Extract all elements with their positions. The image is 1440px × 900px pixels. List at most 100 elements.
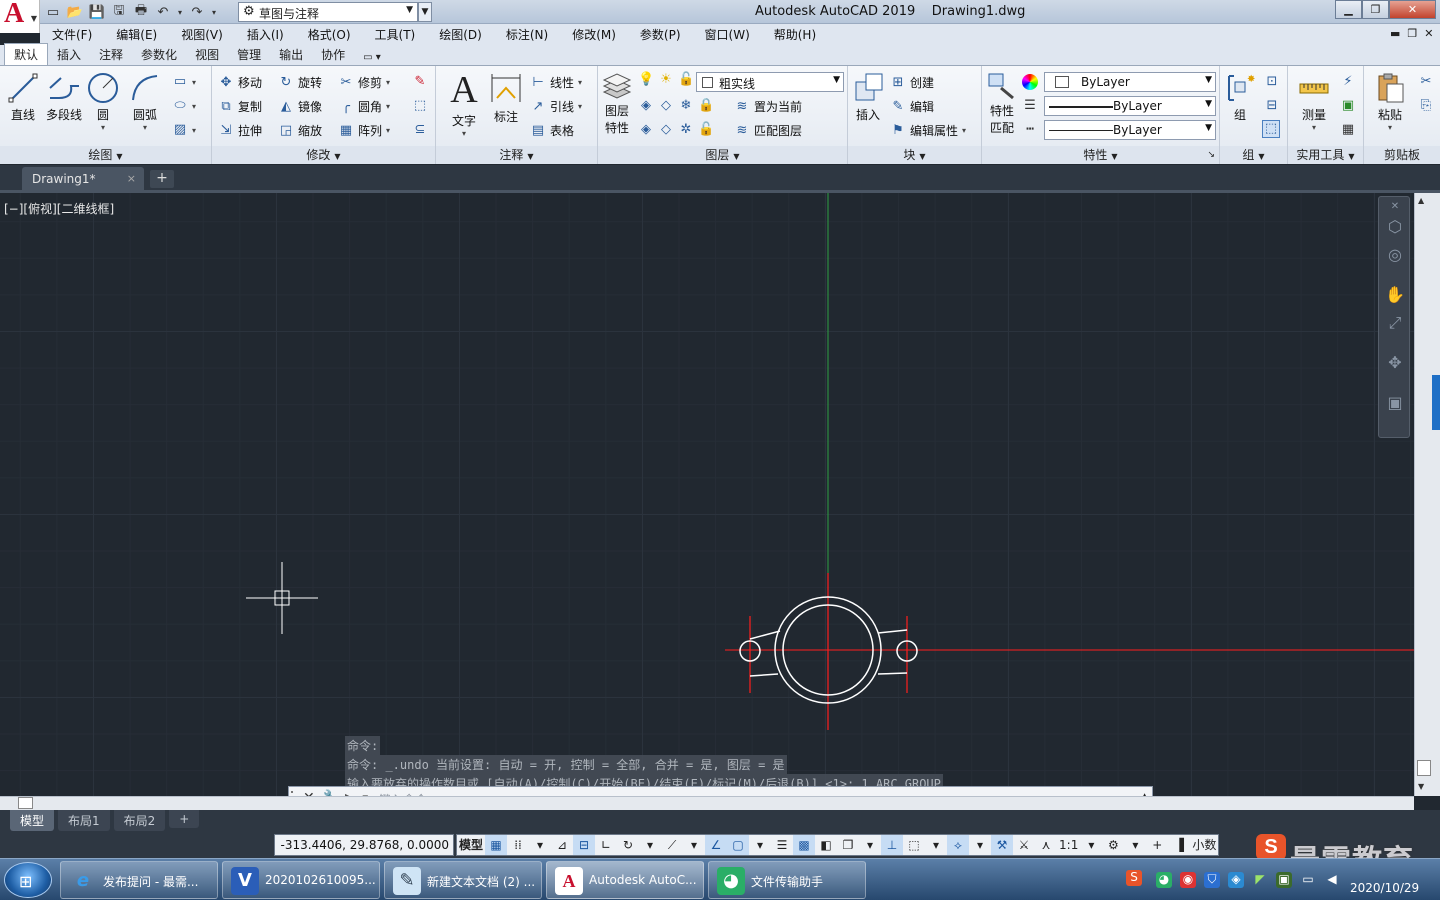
snap-icon[interactable]: ⁞⁞ xyxy=(507,835,529,855)
layer-isolate-icon[interactable]: ◇ xyxy=(658,98,674,114)
linear-dim-button[interactable]: ⊢ 线性 ▾ xyxy=(530,74,582,91)
taskbar-item-word[interactable]: V 2020102610095... xyxy=(222,861,380,899)
lightbulb-icon[interactable]: 💡 xyxy=(638,72,654,88)
selection-filter-dropdown-icon[interactable]: ▾ xyxy=(925,835,947,855)
arc-button[interactable]: 圆弧 ▾ xyxy=(128,72,162,132)
shield-icon[interactable]: ⛉ xyxy=(1204,872,1220,888)
stretch-button[interactable]: ⇲ 拉伸 xyxy=(218,122,262,139)
linetype-icon-button[interactable]: ┅ xyxy=(1022,122,1038,138)
weibo-icon[interactable]: ◉ xyxy=(1180,872,1196,888)
layer-dropdown[interactable]: 粗实线 ▼ xyxy=(696,72,844,92)
redo-icon[interactable]: ↷ xyxy=(188,3,206,21)
rotate-button[interactable]: ↻ 旋转 xyxy=(278,74,322,91)
gizmo-dropdown-icon[interactable]: ▾ xyxy=(969,835,991,855)
fillet-button[interactable]: ╭ 圆角 ▾ xyxy=(338,98,390,115)
scale-button[interactable]: ◲ 缩放 xyxy=(278,122,322,139)
gizmo-icon[interactable]: ⟡ xyxy=(947,835,970,855)
mirror-button[interactable]: ◭ 镜像 xyxy=(278,98,322,115)
redo-dropdown-icon[interactable]: ▾ xyxy=(210,3,218,21)
drawing-tab[interactable]: Drawing1* × xyxy=(22,167,144,191)
object-snap-icon[interactable]: ▢ xyxy=(727,835,750,855)
copy-button[interactable]: ⧉ 复制 xyxy=(218,98,262,115)
move-button[interactable]: ✥ 移动 xyxy=(218,74,262,91)
edit-attribute-button[interactable]: ⚑ 编辑属性 ▾ xyxy=(890,122,966,139)
lineweight-dropdown[interactable]: ByLayer ▼ xyxy=(1044,120,1216,140)
transparency-icon[interactable]: ▩ xyxy=(793,835,816,855)
panel-title-draw[interactable]: 绘图 ▼ xyxy=(0,146,211,164)
circle-button[interactable]: 圆 ▾ xyxy=(86,72,120,132)
infer-constraints-icon[interactable]: ⊿ xyxy=(551,835,573,855)
taskbar-item-notepad[interactable]: ✎ 新建文本文档 (2) ... xyxy=(384,861,542,899)
new-file-icon[interactable]: ▭ xyxy=(44,3,62,21)
color-dropdown[interactable]: ByLayer ▼ xyxy=(1044,72,1216,92)
array-button[interactable]: ▦ 阵列 ▾ xyxy=(338,122,390,139)
tab-view[interactable]: 视图 xyxy=(186,44,228,65)
new-drawing-tab-button[interactable]: + xyxy=(150,170,174,188)
viewport-controls-label[interactable]: [−][俯视][二维线框] xyxy=(4,200,114,217)
application-menu-button[interactable]: A ▼ xyxy=(0,0,40,33)
layer-on-icon[interactable]: ◈ xyxy=(638,122,654,138)
dimension-button[interactable]: 标注 xyxy=(486,72,526,125)
text-button[interactable]: A 文字 ▾ xyxy=(446,70,482,138)
units-icon[interactable]: ▐ xyxy=(1168,835,1190,855)
start-button[interactable]: ⊞ xyxy=(4,862,52,898)
nvidia-icon[interactable]: ◤ xyxy=(1252,872,1268,888)
tab-collaborate[interactable]: 协作 xyxy=(312,44,354,65)
rectangle-button[interactable]: ▭ ▾ xyxy=(172,74,196,90)
match-properties-button[interactable]: 特性 匹配 xyxy=(984,72,1020,136)
taskbar-item-wechat[interactable]: ◕ 文件传输助手 xyxy=(708,861,866,899)
cut-button[interactable]: ✂ xyxy=(1418,74,1434,90)
auto-scale-icon[interactable]: ⚔ xyxy=(1013,835,1035,855)
menu-edit[interactable]: 编辑(E) xyxy=(104,26,169,43)
tab-layout2[interactable]: 布局2 xyxy=(113,810,166,831)
lineweight-icon-button[interactable]: ☰ xyxy=(1022,98,1038,114)
selection-cycling-icon[interactable]: ◧ xyxy=(815,835,837,855)
panel-title-modify[interactable]: 修改 ▼ xyxy=(212,146,435,164)
trim-button[interactable]: ✂ 修剪 ▾ xyxy=(338,74,390,91)
layer-properties-button[interactable]: 图层 特性 xyxy=(600,72,634,136)
panel-title-groups[interactable]: 组 ▼ xyxy=(1220,146,1287,164)
menu-insert[interactable]: 插入(I) xyxy=(235,26,296,43)
color-wheel-button[interactable] xyxy=(1022,74,1038,90)
3d-osnap-icon[interactable]: ❐ xyxy=(837,835,859,855)
layer-thaw-icon[interactable]: ✲ xyxy=(678,122,694,138)
scroll-down-icon[interactable]: ▼ xyxy=(1418,782,1424,791)
isodraft-dropdown-icon[interactable]: ▾ xyxy=(683,835,705,855)
workspace-selector[interactable]: ⚙ 草图与注释 ▼ xyxy=(238,2,418,22)
layer-unisolate-icon[interactable]: ◇ xyxy=(658,122,674,138)
coordinates-display[interactable]: -313.4406, 29.8768, 0.0000 xyxy=(274,834,454,856)
doc-close-icon[interactable]: ✕ xyxy=(1424,27,1433,40)
region-button[interactable]: ▨ ▾ xyxy=(172,122,196,138)
ribbon-toggle-icon[interactable]: ▭ ▾ xyxy=(354,50,390,65)
offset-button[interactable]: ⊆ xyxy=(412,122,428,138)
sun-icon[interactable]: ☀ xyxy=(658,72,674,88)
model-space-button[interactable]: 模型 xyxy=(457,835,485,855)
cube-icon[interactable]: ◈ xyxy=(1228,872,1244,888)
undo-icon[interactable]: ↶ xyxy=(154,3,172,21)
tab-model[interactable]: 模型 xyxy=(10,810,55,831)
ungroup-button[interactable]: ⊡ xyxy=(1264,74,1280,90)
lineweight-toggle-icon[interactable]: ☰ xyxy=(771,835,793,855)
measure-button[interactable]: 测量 ▾ xyxy=(1292,72,1336,132)
save-icon[interactable]: 💾 xyxy=(88,3,106,21)
taskbar-item-autocad[interactable]: A Autodesk AutoC... xyxy=(546,861,704,899)
snap-dropdown-icon[interactable]: ▾ xyxy=(529,835,551,855)
wechat-tray-icon[interactable]: ◕ xyxy=(1156,872,1172,888)
select-all-button[interactable]: ▣ xyxy=(1340,98,1356,114)
layer-freeze-icon[interactable]: ❄ xyxy=(678,98,694,114)
menu-help[interactable]: 帮助(H) xyxy=(762,26,828,43)
minimize-button[interactable]: ▁ xyxy=(1335,0,1362,19)
copy-clip-button[interactable]: ⎘ xyxy=(1418,98,1434,114)
horizontal-scrollbar[interactable] xyxy=(0,796,1414,810)
calculator-button[interactable]: ▦ xyxy=(1340,122,1356,138)
annotation-scale-dropdown-icon[interactable]: ▾ xyxy=(1080,835,1102,855)
tab-output[interactable]: 输出 xyxy=(270,44,312,65)
menu-format[interactable]: 格式(O) xyxy=(296,26,363,43)
vertical-scrollbar[interactable] xyxy=(1414,193,1440,796)
menu-file[interactable]: 文件(F) xyxy=(40,26,104,43)
tab-layout1[interactable]: 布局1 xyxy=(58,810,110,831)
layer-lock-icon[interactable]: 🔒 xyxy=(698,98,714,114)
menu-dimension[interactable]: 标注(N) xyxy=(494,26,560,43)
menu-parametric[interactable]: 参数(P) xyxy=(628,26,693,43)
print-icon[interactable]: 🖶 xyxy=(132,3,150,21)
